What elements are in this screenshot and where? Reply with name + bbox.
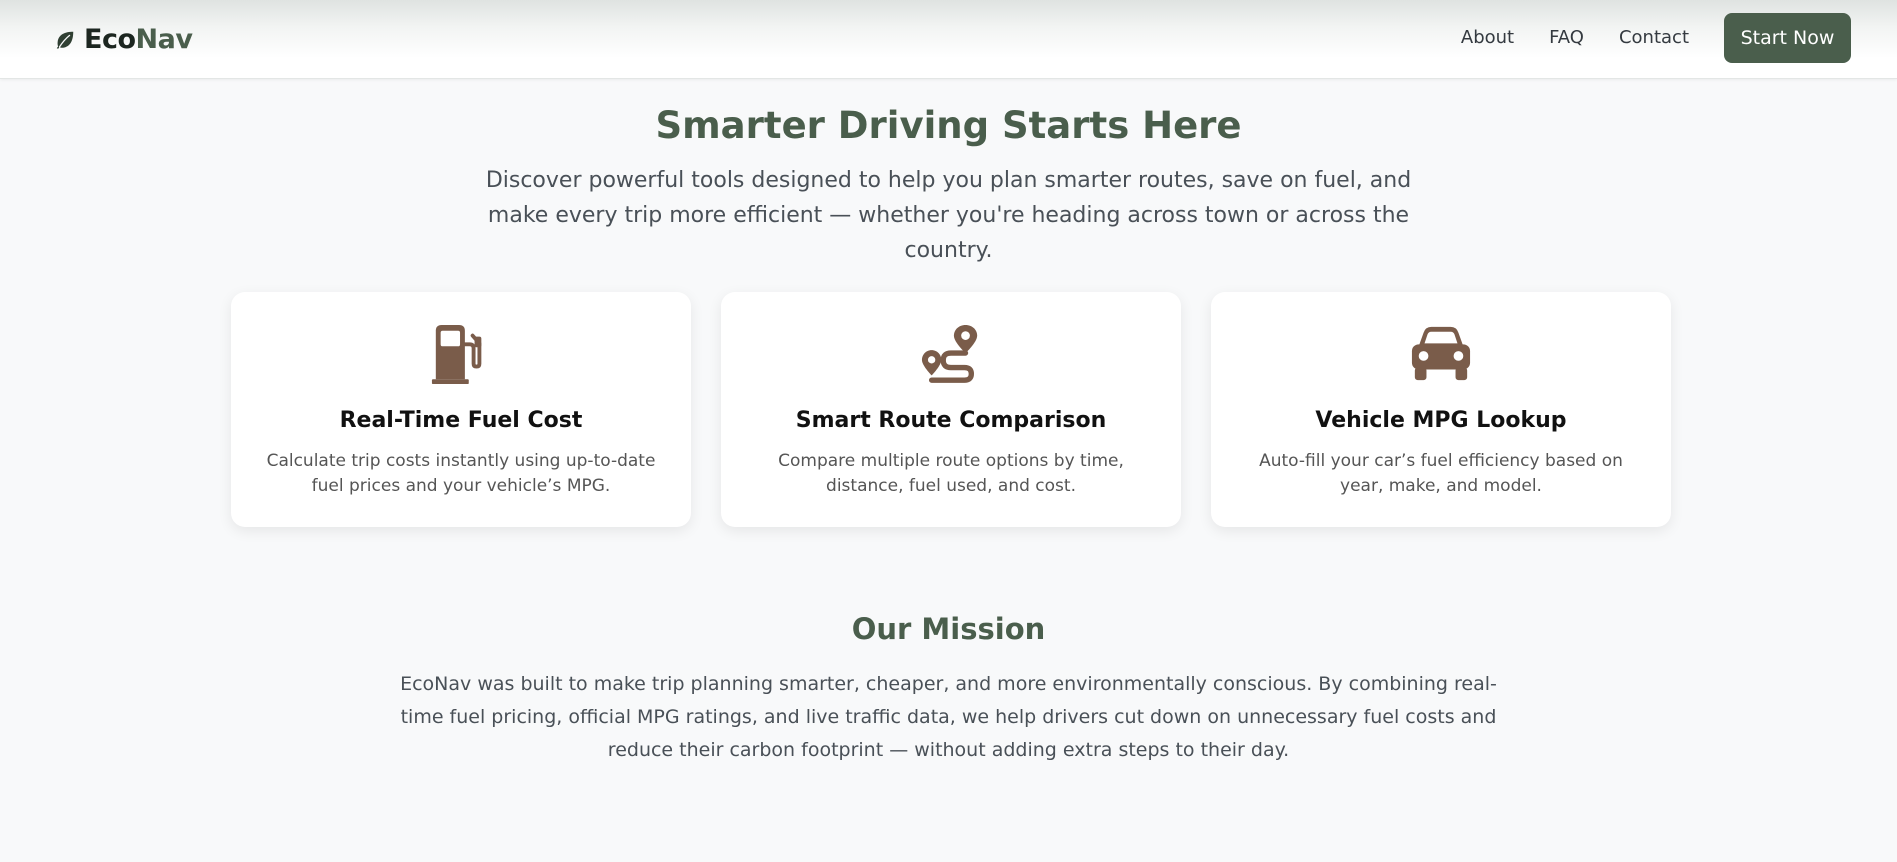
route-icon — [921, 324, 978, 383]
feature-title: Smart Route Comparison — [795, 408, 1107, 433]
leaf-icon — [56, 31, 74, 49]
feature-cards: Real-Time Fuel Cost Calculate trip costs… — [231, 292, 1671, 527]
feature-card-mpg-lookup: Vehicle MPG Lookup Auto-fill your car’s … — [1211, 292, 1671, 527]
nav-links: About FAQ Contact Start Now — [1461, 13, 1851, 63]
mission-title: Our Mission — [851, 612, 1046, 646]
gas-pump-icon — [431, 324, 482, 385]
brand-nav: Nav — [135, 24, 193, 55]
hero-title: Smarter Driving Starts Here — [655, 104, 1242, 147]
brand-eco: Eco — [84, 24, 136, 55]
brand-name: EcoNav — [84, 22, 193, 58]
hero-subtitle: Discover powerful tools designed to help… — [485, 168, 1412, 263]
feature-title: Real-Time Fuel Cost — [339, 408, 583, 433]
feature-title: Vehicle MPG Lookup — [1315, 408, 1567, 433]
navbar: EcoNav About FAQ Contact Start Now — [0, 0, 1897, 79]
feature-text: Compare multiple route options by time, … — [778, 451, 1124, 496]
feature-text: Auto-fill your car’s fuel efficiency bas… — [1259, 451, 1623, 496]
nav-link-contact[interactable]: Contact — [1619, 13, 1689, 63]
car-icon — [1411, 326, 1471, 381]
start-now-button[interactable]: Start Now — [1724, 13, 1851, 63]
feature-card-fuel-cost: Real-Time Fuel Cost Calculate trip costs… — [231, 292, 691, 527]
feature-text: Calculate trip costs instantly using up-… — [266, 451, 656, 496]
nav-link-about[interactable]: About — [1461, 13, 1514, 63]
feature-card-route-comparison: Smart Route Comparison Compare multiple … — [721, 292, 1181, 527]
mission-text: EcoNav was built to make trip planning s… — [400, 673, 1497, 761]
brand-logo[interactable]: EcoNav — [54, 22, 193, 58]
nav-link-faq[interactable]: FAQ — [1549, 13, 1584, 63]
